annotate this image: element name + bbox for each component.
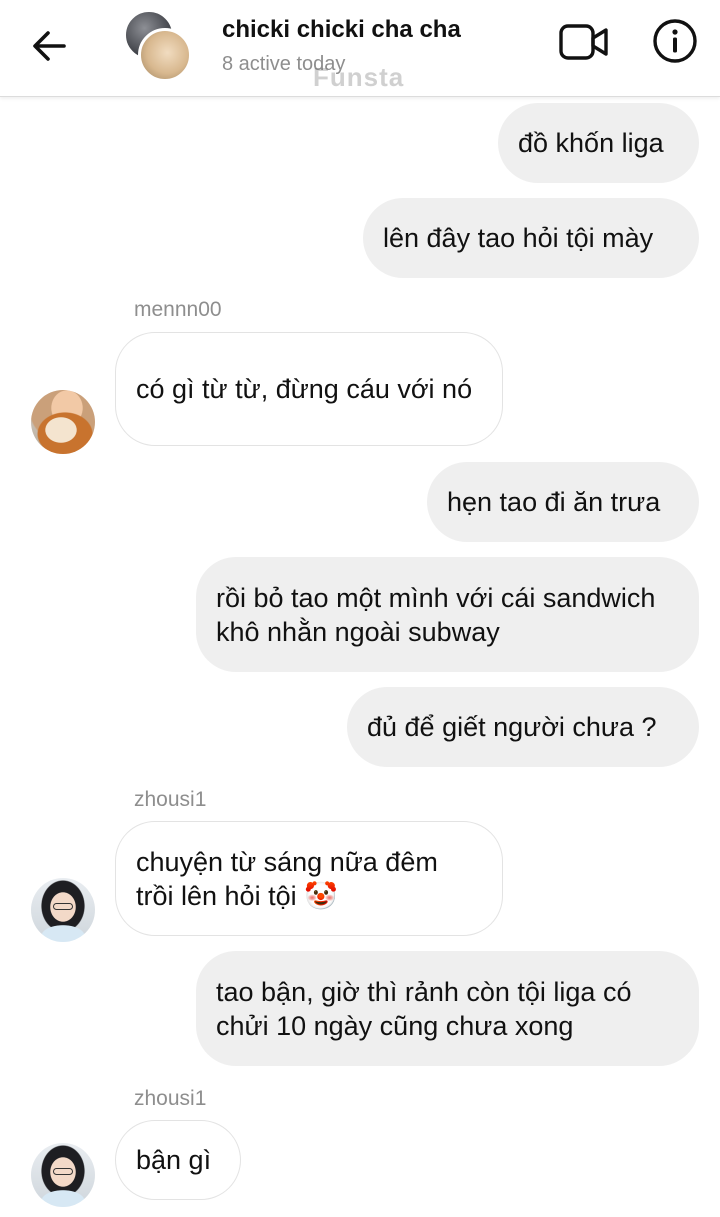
- incoming-message[interactable]: bận gì: [115, 1120, 241, 1200]
- outgoing-message[interactable]: tao bận, giờ thì rảnh còn tội liga có ch…: [196, 951, 699, 1066]
- message-text: tao bận, giờ thì rảnh còn tội liga có ch…: [216, 976, 632, 1041]
- back-arrow-icon: [33, 31, 66, 61]
- outgoing-message[interactable]: hẹn tao đi ăn trưa: [427, 462, 699, 542]
- chat-header: chicki chicki cha cha 8 active today Fun…: [0, 0, 720, 97]
- info-icon: [653, 19, 697, 63]
- incoming-message[interactable]: chuyện từ sáng nữa đêm trồi lên hỏi tội …: [115, 821, 503, 936]
- sender-name: zhousi1: [134, 788, 207, 811]
- message-text: đủ để giết người chưa ?: [367, 712, 657, 742]
- sender-avatar-zhousi1[interactable]: [31, 1143, 95, 1207]
- watermark: Funsta: [313, 62, 405, 92]
- sender-avatar-mennn00[interactable]: [31, 390, 95, 454]
- chat-title[interactable]: chicki chicki cha cha: [222, 16, 461, 44]
- group-avatar-member-2: [138, 28, 192, 82]
- message-text: chuyện từ sáng nữa đêm trồi lên hỏi tội …: [136, 846, 438, 911]
- message-text: đồ khốn liga: [518, 128, 664, 158]
- sender-name: zhousi1: [134, 1087, 207, 1110]
- back-button[interactable]: [28, 24, 72, 68]
- incoming-message[interactable]: có gì từ từ, đừng cáu với nó: [115, 332, 503, 446]
- outgoing-message[interactable]: đồ khốn liga: [498, 103, 699, 183]
- message-text: hẹn tao đi ăn trưa: [447, 487, 661, 517]
- message-text: bận gì: [136, 1145, 212, 1175]
- message-text: lên đây tao hỏi tội mày: [383, 223, 654, 253]
- sender-avatar-zhousi1[interactable]: [31, 878, 95, 942]
- group-avatar[interactable]: [124, 10, 192, 82]
- message-text: có gì từ từ, đừng cáu với nó: [136, 374, 473, 404]
- message-text: rồi bỏ tao một mình với cái sandwich khô…: [216, 582, 656, 647]
- video-call-icon: [559, 24, 608, 60]
- outgoing-message[interactable]: rồi bỏ tao một mình với cái sandwich khô…: [196, 557, 699, 672]
- sender-name: mennn00: [134, 298, 222, 321]
- outgoing-message[interactable]: đủ để giết người chưa ?: [347, 687, 699, 767]
- info-button[interactable]: [652, 18, 698, 64]
- outgoing-message[interactable]: lên đây tao hỏi tội mày: [363, 198, 699, 278]
- video-call-button[interactable]: [558, 20, 610, 64]
